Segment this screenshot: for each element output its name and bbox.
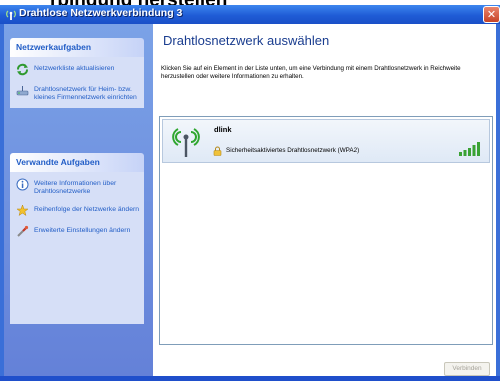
wireless-setup-icon bbox=[16, 86, 29, 96]
refresh-icon bbox=[17, 63, 28, 76]
instructions-text: Klicken Sie auf ein Element in der Liste… bbox=[161, 65, 461, 80]
network-tasks-header[interactable]: Netzwerkaufgaben bbox=[10, 38, 144, 57]
task-change-network-order[interactable]: Reihenfolge der Netzwerke ändern bbox=[16, 204, 140, 217]
related-tasks-header[interactable]: Verwandte Aufgaben bbox=[10, 153, 144, 172]
wireless-antenna-icon bbox=[172, 128, 200, 157]
wireless-network-icon bbox=[6, 10, 16, 20]
dialog-window: Drahtlose Netzwerkverbindung 3 ✕ Netzwer… bbox=[0, 5, 500, 381]
task-setup-wireless-network[interactable]: Drahtlosnetzwerk für Heim- bzw. kleines … bbox=[16, 84, 140, 102]
connect-button[interactable]: Verbinden bbox=[444, 362, 490, 376]
task-refresh-network-list[interactable]: Netzwerkliste aktualisieren bbox=[16, 63, 140, 76]
lock-icon bbox=[213, 146, 222, 156]
close-button[interactable]: ✕ bbox=[483, 6, 500, 23]
task-sidebar: Netzwerkaufgaben Netzwerkliste aktualisi… bbox=[4, 24, 153, 376]
task-more-information[interactable]: Weitere Informationen über Drahtlosnetzw… bbox=[16, 178, 140, 196]
network-list-item[interactable]: dlink Sicherheitsaktiviertes Drahtlosnet… bbox=[162, 119, 490, 163]
star-icon bbox=[16, 204, 29, 217]
network-tasks-list: Netzwerkliste aktualisieren Drahtlosnetz… bbox=[10, 57, 144, 108]
task-label: Erweiterte Einstellungen ändern bbox=[34, 227, 131, 234]
related-tasks-panel: Verwandte Aufgaben Weitere Informationen… bbox=[10, 153, 144, 324]
task-label: Netzwerkliste aktualisieren bbox=[34, 65, 115, 72]
close-icon: ✕ bbox=[486, 8, 497, 21]
task-label: Weitere Informationen über Drahtlosnetzw… bbox=[34, 180, 117, 195]
related-tasks-list: Weitere Informationen über Drahtlosnetzw… bbox=[10, 172, 144, 324]
content-title: Drahtlosnetzwerk auswählen bbox=[163, 33, 330, 48]
task-label: Reihenfolge der Netzwerke ändern bbox=[34, 206, 140, 213]
window-title: Drahtlose Netzwerkverbindung 3 bbox=[19, 7, 183, 19]
network-name: dlink bbox=[214, 125, 232, 134]
network-tasks-panel: Netzwerkaufgaben Netzwerkliste aktualisi… bbox=[10, 38, 144, 108]
signal-strength-icon bbox=[459, 142, 480, 156]
task-advanced-settings[interactable]: Erweiterte Einstellungen ändern bbox=[16, 225, 140, 238]
window-bottom-border bbox=[0, 376, 500, 381]
title-bar[interactable]: Drahtlose Netzwerkverbindung 3 ✕ bbox=[0, 5, 500, 24]
network-list[interactable]: dlink Sicherheitsaktiviertes Drahtlosnet… bbox=[159, 116, 493, 345]
settings-icon bbox=[17, 225, 29, 237]
info-icon bbox=[16, 178, 29, 191]
main-content: Drahtlosnetzwerk auswählen Klicken Sie a… bbox=[153, 24, 496, 376]
window-client-area: Netzwerkaufgaben Netzwerkliste aktualisi… bbox=[4, 24, 496, 376]
network-security-label: Sicherheitsaktiviertes Drahtlosnetzwerk … bbox=[226, 147, 360, 154]
task-label: Drahtlosnetzwerk für Heim- bzw. kleines … bbox=[34, 86, 137, 101]
